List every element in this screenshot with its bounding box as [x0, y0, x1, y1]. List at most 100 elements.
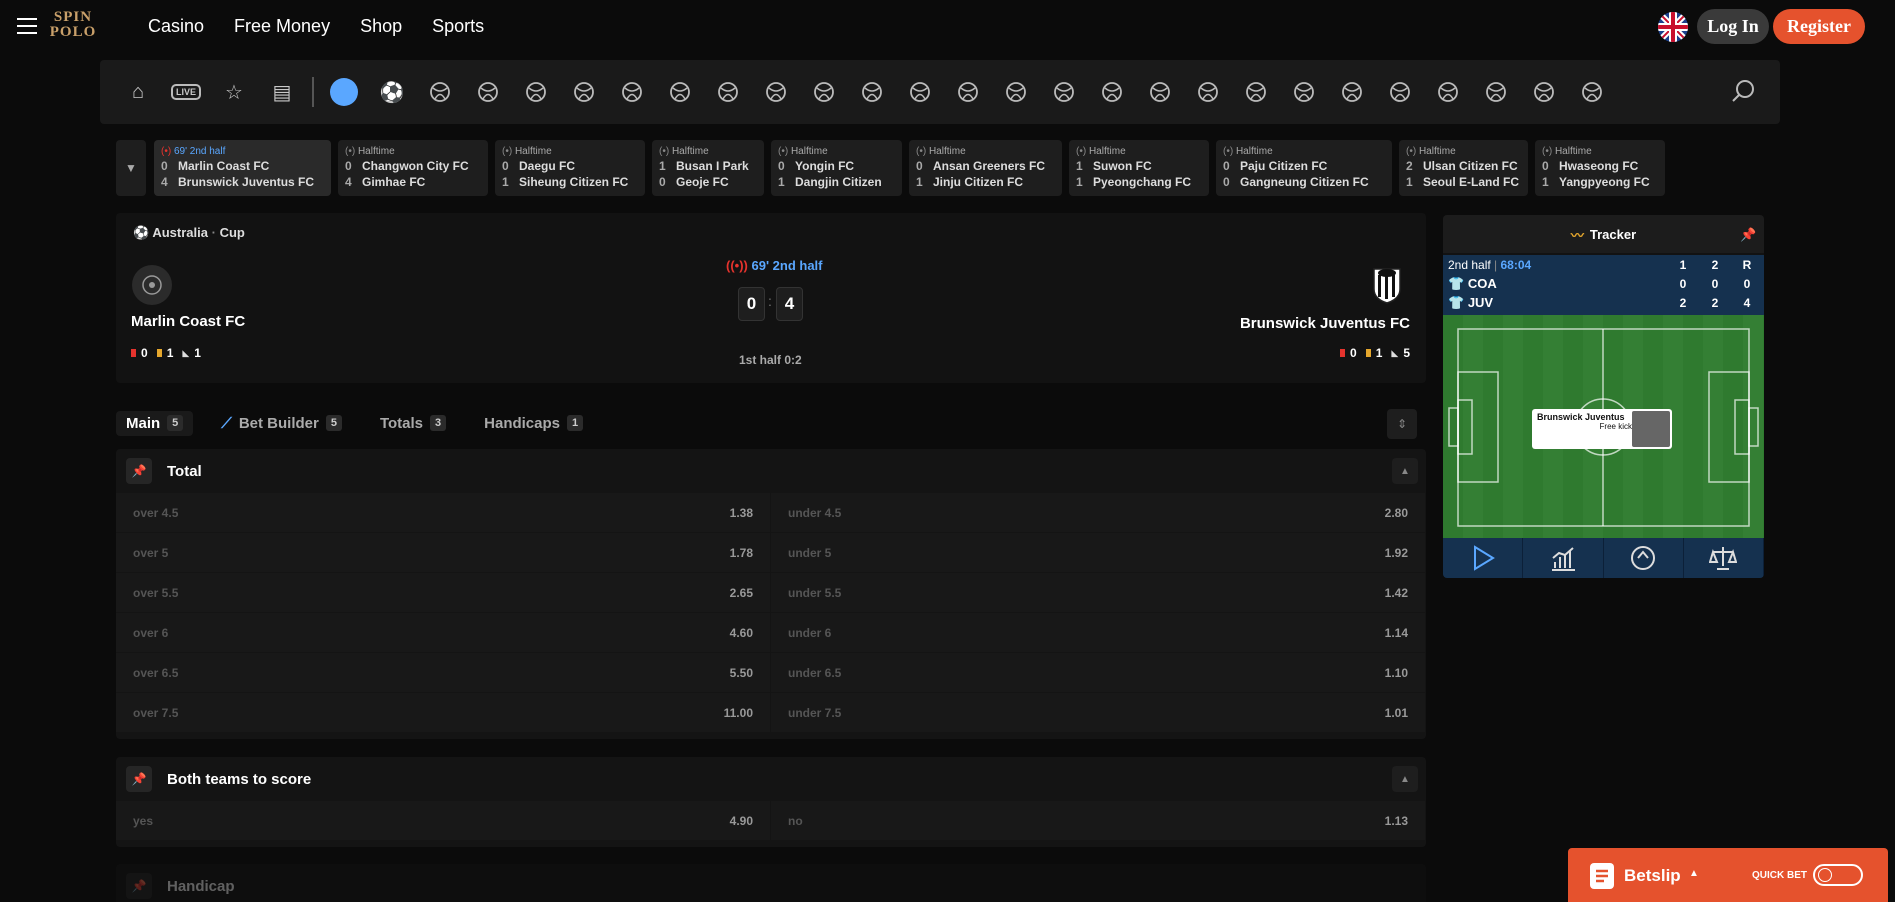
- esoccer-icon[interactable]: [416, 77, 464, 107]
- event-card[interactable]: (•) Halftime 1 Busan I Park 0 Geoje FC: [652, 140, 764, 196]
- odds-label: over 5: [133, 545, 169, 560]
- event-status: (•) Halftime: [659, 146, 757, 159]
- tab-totals[interactable]: Totals 3: [370, 411, 456, 436]
- login-button[interactable]: Log In: [1697, 9, 1769, 44]
- odds-button[interactable]: yes 4.90: [116, 801, 770, 840]
- search-icon[interactable]: [1730, 78, 1758, 106]
- market-handicap-header[interactable]: 📌 Handicap: [116, 864, 1426, 902]
- odds-label: no: [788, 813, 803, 828]
- play-icon[interactable]: [1443, 538, 1524, 578]
- rugby-icon[interactable]: [1568, 77, 1616, 107]
- nav-sports[interactable]: Sports: [432, 16, 484, 37]
- volta-icon[interactable]: [992, 77, 1040, 107]
- cricket-icon[interactable]: [1328, 77, 1376, 107]
- odds-button[interactable]: under 6.5 1.10: [771, 653, 1425, 692]
- event-away-name: Pyeongchang FC: [1093, 175, 1192, 189]
- odds-button[interactable]: under 5.5 1.42: [771, 573, 1425, 612]
- blitz-icon[interactable]: [1424, 77, 1472, 107]
- chevron-up-icon[interactable]: ▲: [1392, 766, 1418, 792]
- volleyball-esport-icon[interactable]: [848, 77, 896, 107]
- penalty-icon[interactable]: [1040, 77, 1088, 107]
- market-total-header[interactable]: 📌 Total ▲: [116, 449, 1426, 493]
- event-home-row: 1 Suwon FC: [1076, 159, 1202, 175]
- ebasketball-icon[interactable]: [1376, 77, 1424, 107]
- odds-button[interactable]: over 5 1.78: [116, 533, 770, 572]
- logo[interactable]: SPIN POLO: [47, 10, 99, 44]
- racing-icon[interactable]: [800, 77, 848, 107]
- event-card[interactable]: (•) Halftime 0 Paju Citizen FC 0 Gangneung C…: [1216, 140, 1392, 196]
- betslip-bar[interactable]: Betslip ▲ QUICK BET: [1568, 848, 1888, 902]
- event-home-score: 1: [659, 159, 666, 173]
- betslip-history-icon[interactable]: ▤: [258, 77, 306, 107]
- live-icon[interactable]: LIVE: [162, 77, 210, 107]
- tab-bet-builder[interactable]: ⟋ Bet Builder 5: [211, 411, 352, 436]
- odds-button[interactable]: over 6.5 5.50: [116, 653, 770, 692]
- tracker-header[interactable]: 〰 Tracker: [1443, 215, 1764, 253]
- menu-icon[interactable]: [17, 18, 37, 34]
- league-breadcrumb[interactable]: ⚽ Australia · Cup: [133, 225, 245, 241]
- collapse-all-icon[interactable]: ⇕: [1387, 409, 1417, 439]
- darts-icon[interactable]: [1472, 77, 1520, 107]
- odds-button[interactable]: under 6 1.14: [771, 613, 1425, 652]
- tracker-period-row: 2nd half | 68:04: [1448, 258, 1532, 272]
- baseball-bat-icon[interactable]: [1520, 77, 1568, 107]
- home-score: 0: [738, 287, 765, 321]
- corner-flag-icon: ◣: [1391, 347, 1399, 358]
- lineup-icon[interactable]: [1684, 538, 1764, 578]
- volleyball-icon[interactable]: [896, 77, 944, 107]
- counter-strike-icon[interactable]: [608, 77, 656, 107]
- refresh-icon[interactable]: [1604, 538, 1684, 578]
- snooker-icon[interactable]: [1280, 77, 1328, 107]
- event-home-name: Hwaseong FC: [1559, 159, 1639, 173]
- stats-icon[interactable]: [1523, 538, 1604, 578]
- event-card[interactable]: (•) Halftime 1 Suwon FC 1 Pyeongchang FC: [1069, 140, 1209, 196]
- tennis-icon[interactable]: [512, 77, 560, 107]
- tab-main[interactable]: Main 5: [116, 410, 194, 436]
- pin-icon[interactable]: 📌: [126, 458, 152, 484]
- odds-button[interactable]: over 7.5 11.00: [116, 693, 770, 732]
- table-tennis-icon[interactable]: [1088, 77, 1136, 107]
- chess-icon[interactable]: [752, 77, 800, 107]
- pin-icon[interactable]: 📌: [1740, 227, 1756, 242]
- badminton-icon[interactable]: [1136, 77, 1184, 107]
- market-btts-header[interactable]: 📌 Both teams to score ▲: [116, 757, 1426, 801]
- hockey-icon[interactable]: [560, 77, 608, 107]
- uk-flag-icon[interactable]: [1658, 12, 1688, 42]
- event-card[interactable]: (•) Halftime 2 Ulsan Citizen FC 1 Seoul E-La…: [1399, 140, 1528, 196]
- all-sports-icon[interactable]: [320, 77, 368, 107]
- register-button[interactable]: Register: [1773, 9, 1865, 44]
- odds-button[interactable]: under 7.5 1.01: [771, 693, 1425, 732]
- odds-button[interactable]: under 5 1.92: [771, 533, 1425, 572]
- favorites-icon[interactable]: ☆: [210, 77, 258, 107]
- pin-icon[interactable]: 📌: [126, 873, 152, 899]
- event-card[interactable]: (•) 69' 2nd half 0 Marlin Coast FC 4 Brunswi…: [154, 140, 331, 196]
- valorant-icon[interactable]: [656, 77, 704, 107]
- handball-icon[interactable]: [944, 77, 992, 107]
- basketball-icon[interactable]: [464, 77, 512, 107]
- tab-handicaps[interactable]: Handicaps 1: [474, 411, 593, 436]
- odds-button[interactable]: over 4.5 1.38: [116, 493, 770, 532]
- event-away-name: Gimhae FC: [362, 175, 426, 189]
- odds-button[interactable]: over 5.5 2.65: [116, 573, 770, 612]
- dota-icon[interactable]: [704, 77, 752, 107]
- event-card[interactable]: (•) Halftime 0 Yongin FC 1 Dangjin Citizen: [771, 140, 902, 196]
- baseball-icon[interactable]: [1232, 77, 1280, 107]
- boxing-icon[interactable]: [1184, 77, 1232, 107]
- event-card[interactable]: (•) Halftime 0 Ansan Greeners FC 1 Jinju Cit…: [909, 140, 1062, 196]
- nav-shop[interactable]: Shop: [360, 16, 402, 37]
- quick-bet-toggle[interactable]: [1813, 864, 1863, 886]
- odds-button[interactable]: over 6 4.60: [116, 613, 770, 652]
- chevron-up-icon[interactable]: ▲: [1392, 458, 1418, 484]
- soccer-icon[interactable]: ⚽: [368, 77, 416, 107]
- home-icon[interactable]: ⌂: [114, 77, 162, 107]
- odds-button[interactable]: no 1.13: [771, 801, 1425, 840]
- odds-button[interactable]: under 4.5 2.80: [771, 493, 1425, 532]
- nav-free-money[interactable]: Free Money: [234, 16, 330, 37]
- event-card[interactable]: (•) Halftime 0 Hwaseong FC 1 Yangpyeong FC: [1535, 140, 1665, 196]
- events-toggle-chevron-down-icon[interactable]: ▼: [116, 140, 146, 196]
- away-corner-count: 5: [1403, 346, 1410, 360]
- nav-casino[interactable]: Casino: [148, 16, 204, 37]
- event-card[interactable]: (•) Halftime 0 Daegu FC 1 Siheung Citizen FC: [495, 140, 645, 196]
- pin-icon[interactable]: 📌: [126, 766, 152, 792]
- event-card[interactable]: (•) Halftime 0 Changwon City FC 4 Gimhae FC: [338, 140, 488, 196]
